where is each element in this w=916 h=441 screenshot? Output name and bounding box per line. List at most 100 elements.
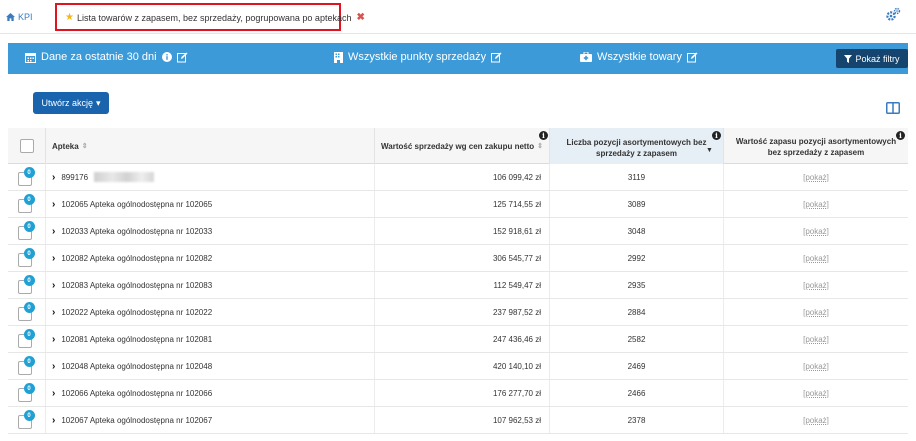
header-stock-value[interactable]: Wartość zapasu pozycji asortymentowych b…	[724, 128, 908, 164]
create-action-button[interactable]: Utwórz akcję ▾	[33, 92, 109, 114]
stock-value-cell: [pokaż]	[724, 272, 908, 298]
stock-value-cell: [pokaż]	[724, 218, 908, 244]
sales-value-cell: 176 277,70 zł	[375, 380, 550, 406]
table-row[interactable]: 0 › 102066 Apteka ogólnodostępna nr 1020…	[8, 380, 908, 407]
pharmacy-name: 102066 Apteka ogólnodostępna nr 102066	[61, 388, 213, 398]
column-header-label: Apteka	[52, 141, 79, 151]
expand-chevron-icon[interactable]: ›	[52, 172, 55, 183]
sales-points-filter[interactable]: Wszystkie punkty sprzedaży	[334, 51, 502, 63]
info-icon[interactable]: i	[712, 131, 721, 140]
stock-value-cell: [pokaż]	[724, 191, 908, 217]
active-report-tab[interactable]: ★ Lista towarów z zapasem, bez sprzedaży…	[55, 3, 365, 31]
show-value-link[interactable]: [pokaż]	[803, 173, 829, 182]
row-badge: 0	[23, 329, 35, 340]
edit-icon[interactable]	[686, 52, 698, 63]
item-count-cell: 2935	[550, 272, 724, 298]
show-value-link[interactable]: [pokaż]	[803, 416, 829, 425]
breadcrumb-kpi-link[interactable]: KPI	[6, 12, 33, 22]
show-value-link[interactable]: [pokaż]	[803, 308, 829, 317]
pharmacy-cell: › 102048 Apteka ogólnodostępna nr 102048	[46, 353, 375, 379]
pharmacy-cell: › 102066 Apteka ogólnodostępna nr 102066	[46, 380, 375, 406]
pharmacy-cell: › 102081 Apteka ogólnodostępna nr 102081	[46, 326, 375, 352]
expand-chevron-icon[interactable]: ›	[52, 280, 55, 291]
home-icon	[6, 13, 15, 21]
sales-value-cell: 125 714,55 zł	[375, 191, 550, 217]
row-badge: 0	[23, 275, 35, 286]
row-badge: 0	[23, 410, 35, 421]
filter-bar: Dane za ostatnie 30 dni Wszystkie punkty…	[8, 43, 908, 74]
products-filter[interactable]: Wszystkie towary	[580, 51, 698, 63]
sales-value-cell: 152 918,61 zł	[375, 218, 550, 244]
sales-value-cell: 420 140,10 zł	[375, 353, 550, 379]
info-icon[interactable]: i	[896, 131, 905, 140]
period-label: Dane za ostatnie 30 dni	[41, 51, 157, 63]
expand-chevron-icon[interactable]: ›	[52, 415, 55, 426]
show-value-link[interactable]: [pokaż]	[803, 254, 829, 263]
expand-chevron-icon[interactable]: ›	[52, 361, 55, 372]
header-item-count[interactable]: Liczba pozycji asortymentowych bez sprze…	[550, 128, 724, 164]
star-icon[interactable]: ★	[65, 12, 74, 23]
table-row[interactable]: 0 › 102065 Apteka ogólnodostępna nr 1020…	[8, 191, 908, 218]
expand-chevron-icon[interactable]: ›	[52, 199, 55, 210]
row-select-cell: 0	[8, 299, 46, 325]
expand-chevron-icon[interactable]: ›	[52, 307, 55, 318]
header-pharmacy[interactable]: Apteka ⇕	[46, 128, 375, 164]
row-select-cell: 0	[8, 353, 46, 379]
table-row[interactable]: 0 › 102067 Apteka ogólnodostępna nr 1020…	[8, 407, 908, 434]
expand-chevron-icon[interactable]: ›	[52, 226, 55, 237]
sales-value-cell: 237 987,52 zł	[375, 299, 550, 325]
filter-icon	[844, 54, 853, 63]
row-select-cell: 0	[8, 191, 46, 217]
expand-chevron-icon[interactable]: ›	[52, 253, 55, 264]
row-select-cell: 0	[8, 380, 46, 406]
edit-icon[interactable]	[176, 52, 188, 63]
expand-chevron-icon[interactable]: ›	[52, 388, 55, 399]
settings-gears-icon[interactable]	[885, 7, 901, 23]
column-header-label: Wartość zapasu pozycji asortymentowych b…	[735, 137, 897, 157]
show-value-link[interactable]: [pokaż]	[803, 335, 829, 344]
table-row[interactable]: 0 › 102082 Apteka ogólnodostępna nr 1020…	[8, 245, 908, 272]
header-sales-value[interactable]: Wartość sprzedaży wg cen zakupu netto ⇕ …	[375, 128, 550, 164]
row-badge: 0	[23, 221, 35, 232]
columns-toggle-icon[interactable]	[886, 102, 900, 114]
stock-value-cell: [pokaż]	[724, 164, 908, 190]
show-value-link[interactable]: [pokaż]	[803, 362, 829, 371]
building-icon	[334, 51, 343, 63]
show-filters-label: Pokaż filtry	[855, 53, 900, 64]
show-value-link[interactable]: [pokaż]	[803, 281, 829, 290]
pharmacy-cell: › 102065 Apteka ogólnodostępna nr 102065	[46, 191, 375, 217]
period-filter[interactable]: Dane za ostatnie 30 dni	[25, 51, 188, 63]
item-count-cell: 3119	[550, 164, 724, 190]
show-value-link[interactable]: [pokaż]	[803, 227, 829, 236]
sort-icon: ⇕	[81, 143, 88, 150]
row-select-cell: 0	[8, 164, 46, 190]
table-row[interactable]: 0 › 102083 Apteka ogólnodostępna nr 1020…	[8, 272, 908, 299]
show-filters-button[interactable]: Pokaż filtry	[836, 49, 908, 68]
show-value-link[interactable]: [pokaż]	[803, 389, 829, 398]
products-label: Wszystkie towary	[597, 51, 682, 63]
item-count-cell: 2466	[550, 380, 724, 406]
close-icon[interactable]: ✖	[356, 12, 364, 23]
table-row[interactable]: 0 › 102022 Apteka ogólnodostępna nr 1020…	[8, 299, 908, 326]
table-row[interactable]: 0 › 899176 106 099,42 zł 3119 [pokaż]	[8, 164, 908, 191]
row-select-cell: 0	[8, 272, 46, 298]
select-all-checkbox[interactable]	[19, 139, 34, 153]
table-row[interactable]: 0 › 102048 Apteka ogólnodostępna nr 1020…	[8, 353, 908, 380]
edit-icon[interactable]	[491, 52, 502, 63]
column-header-label: Wartość sprzedaży wg cen zakupu netto	[381, 141, 535, 151]
pharmacy-cell: › 102067 Apteka ogólnodostępna nr 102067	[46, 407, 375, 433]
pharmacy-name: 102083 Apteka ogólnodostępna nr 102083	[61, 280, 213, 290]
table-row[interactable]: 0 › 102033 Apteka ogólnodostępna nr 1020…	[8, 218, 908, 245]
table-row[interactable]: 0 › 102081 Apteka ogólnodostępna nr 1020…	[8, 326, 908, 353]
pharmacy-cell: › 102082 Apteka ogólnodostępna nr 102082	[46, 245, 375, 271]
row-select-cell: 0	[8, 326, 46, 352]
info-icon[interactable]	[161, 52, 172, 62]
sales-points-label: Wszystkie punkty sprzedaży	[348, 51, 487, 63]
stock-value-cell: [pokaż]	[724, 353, 908, 379]
pharmacy-name: 102022 Apteka ogólnodostępna nr 102022	[61, 307, 213, 317]
pharmacy-name: 899176	[61, 172, 89, 182]
expand-chevron-icon[interactable]: ›	[52, 334, 55, 345]
show-value-link[interactable]: [pokaż]	[803, 200, 829, 209]
item-count-cell: 2884	[550, 299, 724, 325]
info-icon[interactable]: i	[539, 131, 548, 140]
